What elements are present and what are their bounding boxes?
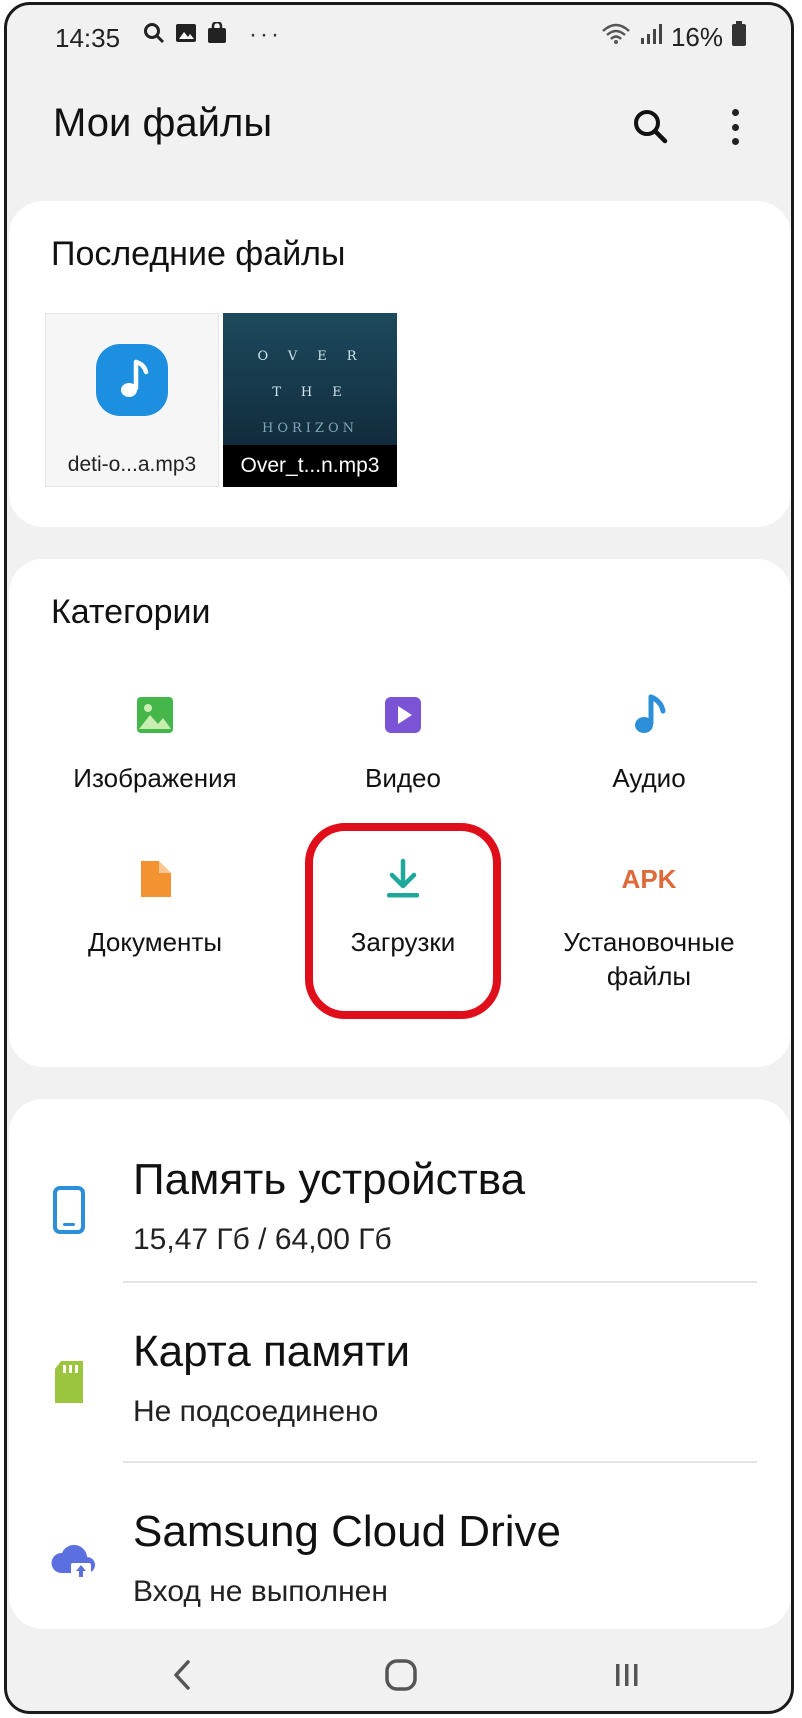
downloads-highlight-annotation	[305, 823, 501, 1019]
nav-back-button[interactable]	[159, 1651, 207, 1699]
category-images[interactable]: Изображения	[35, 693, 275, 795]
video-icon	[381, 693, 425, 737]
recent-file-name: Over_t...n.mp3	[223, 445, 397, 487]
nav-home-button[interactable]	[377, 1651, 425, 1699]
cover-text: THE	[272, 385, 362, 400]
status-time: 14:35	[55, 23, 121, 53]
more-options-button[interactable]	[723, 105, 747, 149]
phone-icon	[49, 1185, 89, 1234]
category-install-files[interactable]: APK Установочные файлы	[529, 857, 769, 993]
page-title: Мои файлы	[53, 101, 273, 145]
sd-card-icon	[49, 1357, 89, 1403]
search-icon	[634, 110, 668, 144]
recent-file-item[interactable]: deti-o...a.mp3	[45, 313, 219, 487]
home-icon	[385, 1659, 417, 1691]
header-search-button[interactable]	[629, 105, 673, 149]
search-icon	[143, 22, 165, 49]
recent-file-item[interactable]: OVER THE HORIZON Over_t...n.mp3	[223, 313, 397, 487]
category-label: Видео	[365, 763, 441, 793]
status-bar: 14:35 ··· 16%	[7, 5, 791, 75]
battery-icon	[731, 21, 747, 54]
storage-device-item[interactable]: Память устройства 15,47 Гб / 64,00 Гб	[7, 1115, 791, 1285]
storage-title: Память устройства	[133, 1155, 526, 1204]
storage-subtitle: 15,47 Гб / 64,00 Гб	[133, 1223, 392, 1256]
category-audio[interactable]: Аудио	[529, 693, 769, 795]
more-dot	[731, 138, 739, 145]
recents-icon	[616, 1664, 638, 1686]
divider	[123, 1461, 757, 1463]
gallery-icon	[175, 22, 197, 49]
storage-sd-card-item[interactable]: Карта памяти Не подсоединено	[7, 1287, 791, 1457]
wifi-icon	[601, 22, 631, 53]
music-note-icon	[96, 344, 168, 416]
bag-icon	[207, 20, 227, 49]
storage-title: Samsung Cloud Drive	[133, 1507, 561, 1556]
image-icon	[133, 693, 177, 737]
status-notification-icons: ···	[143, 20, 282, 49]
navigation-bar	[7, 1633, 791, 1711]
status-right: 16%	[601, 21, 747, 54]
category-video[interactable]: Видео	[283, 693, 523, 795]
audio-icon	[627, 693, 671, 737]
category-label: Аудио	[612, 763, 686, 793]
storage-subtitle: Не подсоединено	[133, 1395, 379, 1428]
cloud-upload-icon	[49, 1537, 95, 1581]
phone-screen: 14:35 ··· 16% Мои файлы Последние файлы …	[4, 2, 794, 1714]
storage-title: Карта памяти	[133, 1327, 411, 1376]
more-notifications: ···	[249, 21, 282, 48]
document-icon	[133, 857, 177, 901]
apk-icon: APK	[621, 864, 677, 894]
more-vertical-icon	[731, 109, 739, 116]
recent-files-title: Последние файлы	[51, 235, 346, 273]
divider	[123, 1281, 757, 1283]
category-documents[interactable]: Документы	[35, 857, 275, 959]
category-label: Документы	[87, 927, 223, 957]
signal-icon	[639, 22, 663, 53]
category-label: Установочные файлы	[563, 927, 735, 991]
recent-file-name: deti-o...a.mp3	[67, 453, 197, 476]
storage-cloud-item[interactable]: Samsung Cloud Drive Вход не выполнен	[7, 1467, 791, 1637]
battery-percent: 16%	[670, 22, 723, 52]
categories-title: Категории	[51, 593, 211, 631]
category-label: Изображения	[73, 763, 237, 793]
cover-text: HORIZON	[262, 421, 358, 436]
cover-text: OVER	[257, 349, 377, 364]
more-dot	[731, 123, 739, 131]
storage-subtitle: Вход не выполнен	[133, 1575, 388, 1608]
nav-recents-button[interactable]	[603, 1651, 651, 1699]
back-icon	[174, 1660, 190, 1690]
